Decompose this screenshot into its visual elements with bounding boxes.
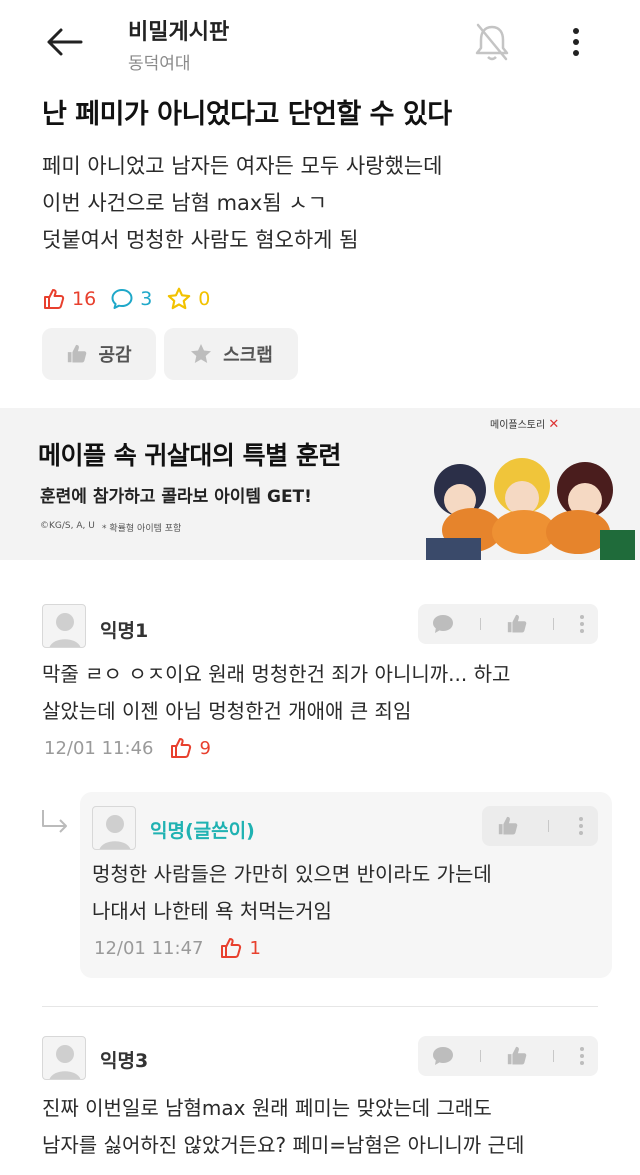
comment-count-value: 3: [140, 288, 153, 310]
comment-toolbar: [482, 806, 598, 846]
banner-copyright: ©KG/S, A, U: [40, 521, 95, 531]
comment-line: 나대서 나한테 욕 처먹는거임: [92, 899, 332, 923]
comment-text: 멍청한 사람들은 가만히 있으면 반이라도 가는데 나대서 나한테 욕 처먹는거…: [92, 856, 492, 930]
more-vertical-icon[interactable]: [579, 1046, 585, 1066]
comment-text: 막줄 ㄹㅇ ㅇㅈ이요 원래 멍청한건 죄가 아니니까... 하고 살았는데 이젠…: [42, 656, 510, 730]
empathy-label: 공감: [98, 345, 132, 366]
more-options-button[interactable]: [556, 20, 596, 64]
back-button[interactable]: [40, 20, 88, 64]
scrap-label: 스크랩: [223, 345, 273, 366]
empathy-button[interactable]: 공감: [42, 328, 156, 380]
like-count: 16: [42, 287, 96, 311]
comment-author: 익명3: [100, 1050, 149, 1072]
comment-line: 남자를 싫어하진 않았거든요? 페미=남혐은 아니니까 근데: [42, 1133, 525, 1157]
scrap-count-value: 0: [198, 288, 211, 310]
back-arrow-icon: [47, 28, 83, 56]
default-user-icon: [99, 815, 131, 849]
speech-bubble-icon: [111, 289, 133, 309]
comment-meta: 12/01 11:47 1: [94, 936, 261, 960]
thumbs-up-icon: [221, 938, 242, 958]
post-body-line: 덧붙여서 멍청한 사람도 혐오하게 됨: [42, 228, 359, 252]
thumbs-up-icon: [68, 344, 87, 363]
reply-icon[interactable]: [431, 613, 455, 635]
comment-toolbar: [418, 604, 598, 644]
more-vertical-icon: [573, 28, 579, 56]
thumbs-up-icon[interactable]: [506, 1045, 528, 1067]
comment-line: 살았는데 이젠 아님 멍청한건 개애애 큰 죄임: [42, 699, 412, 723]
banner-note: * 확률형 아이템 포함: [102, 524, 182, 534]
banner-logo: 메이플스토리 ✕: [490, 417, 560, 432]
post-stats: 16 3 0: [42, 284, 224, 314]
comment-line: 막줄 ㄹㅇ ㅇㅈ이요 원래 멍청한건 죄가 아니니까... 하고: [42, 662, 511, 686]
comment-count: 3: [110, 287, 152, 311]
star-icon: [168, 287, 191, 310]
post-title: 난 페미가 아니었다고 단언할 수 있다: [42, 99, 452, 130]
default-user-icon: [49, 1045, 81, 1079]
comment-like-count: 1: [249, 937, 261, 959]
default-user-icon: [49, 613, 81, 647]
comment-text: 진짜 이번일로 남혐max 원래 페미는 맞았는데 그래도 남자를 싫어하진 않…: [42, 1090, 524, 1164]
post-body: 페미 아니었고 남자든 여자든 모두 사랑했는데 이번 사건으로 남혐 max됨…: [42, 148, 602, 259]
comment-toolbar: [418, 1036, 598, 1076]
scrap-button[interactable]: 스크랩: [164, 328, 298, 380]
notification-toggle-button[interactable]: [466, 18, 518, 66]
more-vertical-icon[interactable]: [578, 816, 584, 836]
board-subtitle: 동덕여대: [128, 54, 191, 74]
bell-off-icon: [475, 23, 509, 61]
banner-title: 메이플 속 귀살대의 특별 훈련: [38, 441, 341, 470]
comment-time: 12/01 11:47: [94, 937, 204, 959]
post-body-line: 이번 사건으로 남혐 max됨 ㅅㄱ: [42, 191, 327, 215]
avatar: [42, 604, 86, 648]
comment-author: 익명(글쓴이): [150, 820, 255, 842]
comment-meta: 12/01 11:46 9: [44, 736, 211, 760]
banner-logo-text: 메이플스토리: [490, 420, 546, 431]
comment-divider: [42, 1006, 598, 1007]
thumbs-up-icon[interactable]: [506, 613, 528, 635]
thumbs-up-icon: [44, 289, 65, 309]
reply-arrow-icon: [42, 810, 67, 833]
thumbs-up-icon[interactable]: [497, 815, 519, 837]
like-count-value: 16: [72, 288, 97, 310]
board-title: 비밀게시판: [128, 20, 230, 45]
post-body-line: 페미 아니었고 남자든 여자든 모두 사랑했는데: [42, 154, 443, 178]
top-bar: 비밀게시판 동덕여대: [0, 0, 640, 80]
more-vertical-icon[interactable]: [579, 614, 585, 634]
comment-author: 익명1: [100, 620, 149, 642]
banner-subtitle: 훈련에 참가하고 콜라보 아이템 GET!: [40, 487, 312, 507]
post-actions: 공감 스크랩: [42, 328, 298, 380]
avatar: [92, 806, 136, 850]
ad-banner[interactable]: 메이플 속 귀살대의 특별 훈련 훈련에 참가하고 콜라보 아이템 GET! ©…: [0, 408, 640, 560]
avatar: [42, 1036, 86, 1080]
reply-icon[interactable]: [431, 1045, 455, 1067]
banner-character-illustration: [426, 458, 635, 560]
star-icon: [191, 344, 212, 363]
comment-time: 12/01 11:46: [44, 737, 154, 759]
comment-line: 멍청한 사람들은 가만히 있으면 반이라도 가는데: [92, 862, 492, 886]
scrap-count: 0: [166, 286, 210, 312]
thumbs-up-icon: [171, 738, 192, 758]
comment-line: 진짜 이번일로 남혐max 원래 페미는 맞았는데 그래도: [42, 1096, 492, 1120]
comment-like-count: 9: [199, 737, 211, 759]
